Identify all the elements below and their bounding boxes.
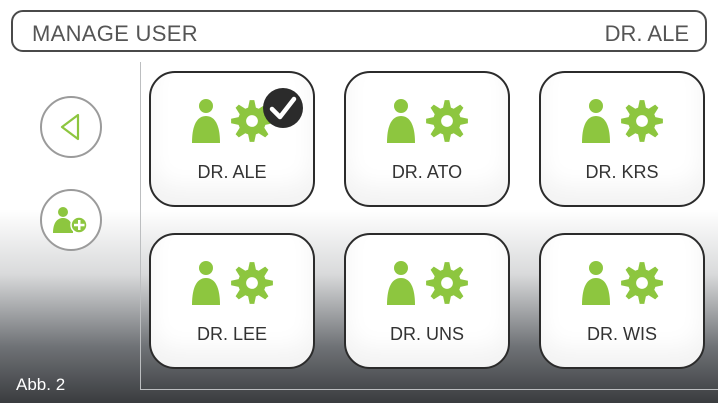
user-settings-icon: [387, 261, 468, 305]
user-settings-icon: [582, 99, 663, 143]
checkmark-icon: [263, 88, 303, 128]
back-triangle-icon: [60, 113, 80, 141]
user-tile[interactable]: DR. WIS: [539, 233, 705, 369]
add-user-button[interactable]: [40, 189, 102, 251]
user-tile[interactable]: DR. UNS: [344, 233, 510, 369]
header-bar: MANAGE USER DR. ALE: [11, 10, 707, 52]
user-tile-label: DR. KRS: [585, 162, 659, 182]
user-tile[interactable]: DR. LEE: [149, 233, 315, 369]
user-tile[interactable]: DR. ATO: [344, 71, 510, 207]
user-tile[interactable]: DR. ALE: [149, 71, 315, 207]
user-settings-icon: [582, 261, 663, 305]
user-tile-label: DR. ATO: [391, 162, 463, 182]
figure-caption: Abb. 2: [16, 375, 66, 394]
user-tile[interactable]: DR. KRS: [539, 71, 705, 207]
user-tile-label: DR. UNS: [389, 324, 464, 344]
current-user-label: DR. ALE: [604, 21, 689, 46]
user-tile-label: DR. ALE: [197, 162, 267, 182]
page-title: MANAGE USER: [32, 21, 198, 46]
user-tile-label: DR. LEE: [196, 324, 268, 344]
back-button[interactable]: [40, 96, 102, 158]
user-tile-label: DR. WIS: [587, 324, 657, 344]
user-settings-icon: [192, 261, 273, 305]
add-user-icon: [53, 207, 88, 234]
user-settings-icon: [387, 99, 468, 143]
